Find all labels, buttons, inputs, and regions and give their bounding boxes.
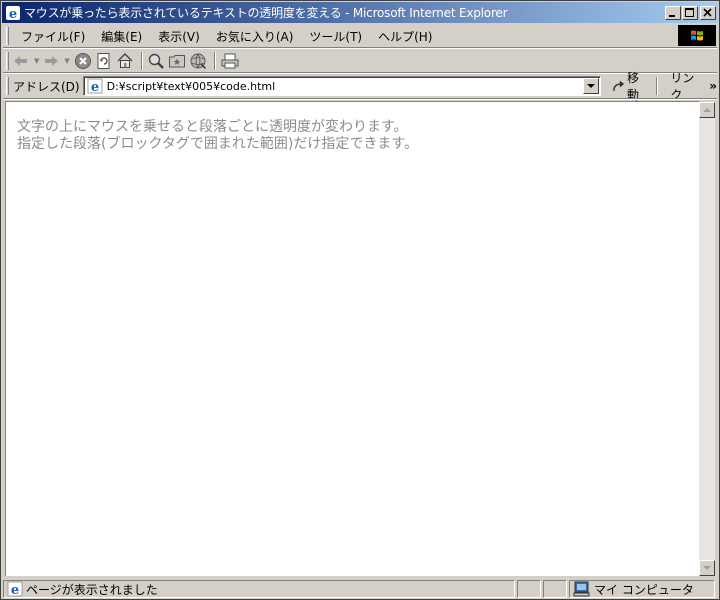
menu-bar: ファイル(F) 編集(E) 表示(V) お気に入り(A) ツール(T) ヘルプ(… [3, 25, 717, 47]
menu-tools[interactable]: ツール(T) [301, 28, 370, 45]
maximize-button[interactable] [682, 5, 698, 20]
back-icon [14, 56, 27, 66]
toolbar-separator [213, 52, 216, 70]
status-message: ページが表示されました [26, 582, 158, 597]
forward-icon [45, 56, 59, 66]
back-dropdown-icon[interactable]: ▼ [34, 57, 39, 65]
paragraph: 指定した段落(ブロックタグで囲まれた範囲)だけ指定できます。 [17, 136, 418, 152]
history-button[interactable] [189, 51, 207, 71]
toolbar-separator [140, 52, 143, 70]
minimize-button[interactable] [665, 5, 681, 20]
history-icon [190, 53, 206, 70]
back-button[interactable] [13, 51, 29, 71]
status-bar: e ページが表示されました マイ コンピュータ [3, 579, 717, 599]
address-value: D:¥script¥text¥005¥code.html [106, 79, 276, 93]
search-icon [148, 53, 164, 69]
address-input[interactable]: e D:¥script¥text¥005¥code.html [82, 76, 602, 96]
menu-help[interactable]: ヘルプ(H) [370, 28, 440, 45]
refresh-button[interactable] [95, 51, 113, 71]
toolbar-grip[interactable] [6, 52, 9, 70]
menu-view[interactable]: 表示(V) [150, 28, 208, 45]
favorites-icon [168, 55, 185, 68]
vertical-scrollbar[interactable] [699, 102, 715, 576]
windows-logo-icon [678, 25, 716, 46]
stop-button[interactable] [74, 51, 92, 71]
close-icon [703, 7, 712, 17]
forward-dropdown-icon[interactable]: ▼ [64, 57, 69, 65]
chevron-down-icon [587, 83, 596, 88]
minimize-icon [669, 14, 675, 17]
svg-text:e: e [9, 7, 17, 21]
title-bar[interactable]: e マウスが乗ったら表示されているテキストの透明度を変える - Microsof… [2, 2, 718, 23]
close-button[interactable] [700, 5, 716, 20]
menu-grip[interactable] [6, 27, 9, 45]
refresh-icon [97, 53, 110, 69]
address-bar: アドレス(D) e D:¥script¥text¥005¥code.html 移… [3, 71, 717, 102]
print-icon [221, 53, 239, 69]
address-dropdown-button[interactable] [583, 78, 600, 94]
print-button[interactable] [220, 51, 240, 71]
home-button[interactable] [116, 51, 134, 71]
menu-edit[interactable]: 編集(E) [93, 28, 150, 45]
address-grip[interactable] [6, 77, 9, 95]
my-computer-icon [573, 581, 590, 597]
svg-text:e: e [90, 80, 98, 94]
status-message-panel: e ページが表示されました [3, 580, 515, 598]
security-zone: マイ コンピュータ [594, 582, 694, 597]
forward-button[interactable] [43, 51, 59, 71]
status-panel-empty [517, 580, 541, 598]
chevron-right-icon[interactable]: » [709, 79, 717, 93]
browser-window: e マウスが乗ったら表示されているテキストの透明度を変える - Microsof… [0, 0, 720, 600]
search-button[interactable] [147, 51, 165, 71]
status-panel-empty [543, 580, 567, 598]
window-title: マウスが乗ったら表示されているテキストの透明度を変える - Microsoft … [24, 6, 508, 20]
scroll-up-button[interactable] [699, 102, 715, 118]
menu-file[interactable]: ファイル(F) [13, 28, 93, 45]
chevron-down-icon [703, 566, 711, 570]
go-arrow-icon [613, 80, 625, 91]
page-content: 文字の上にマウスを乗せると段落ごとに透明度が変わります。 指定した段落(ブロック… [5, 101, 699, 576]
ie-page-icon: e [7, 581, 23, 597]
paragraph: 文字の上にマウスを乗せると段落ごとに透明度が変わります。 [17, 119, 408, 135]
toolbar-separator [656, 77, 659, 95]
ie-page-icon: e [87, 78, 103, 94]
menu-favorites[interactable]: お気に入り(A) [208, 28, 302, 45]
address-label: アドレス(D) [12, 79, 80, 94]
scroll-down-button[interactable] [699, 560, 715, 576]
separator [3, 98, 717, 100]
maximize-icon [685, 7, 694, 17]
home-icon [117, 53, 133, 68]
standard-toolbar: ▼ ▼ [3, 49, 717, 73]
security-zone-panel: マイ コンピュータ [569, 580, 715, 598]
chevron-up-icon [703, 108, 711, 112]
favorites-button[interactable] [168, 51, 186, 71]
svg-text:e: e [11, 583, 19, 597]
stop-icon [74, 53, 91, 69]
ie-logo-icon: e [6, 5, 20, 21]
